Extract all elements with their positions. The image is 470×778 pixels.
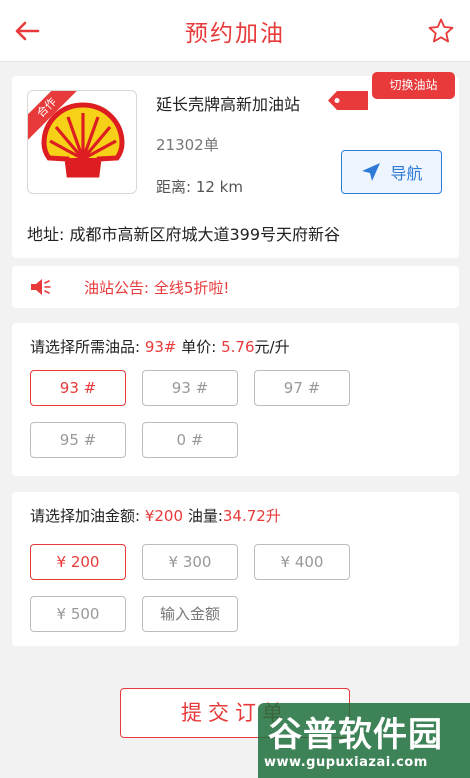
- fuel-option[interactable]: 93 #: [30, 370, 126, 406]
- price-label: 单价:: [181, 338, 217, 356]
- selected-fuel: 93#: [144, 338, 177, 356]
- amount-option[interactable]: ¥ 300: [142, 544, 238, 580]
- station-name: 延长壳牌高新加油站: [156, 95, 301, 114]
- star-icon: [428, 18, 454, 43]
- navigate-label: 导航: [390, 164, 423, 183]
- fuel-volume: 34.72升: [222, 507, 281, 525]
- navigation-arrow-icon: [362, 163, 381, 181]
- notice-bar: 油站公告: 全线5折啦!: [12, 266, 459, 308]
- amount-option[interactable]: ¥ 400: [254, 544, 350, 580]
- fuel-type-card: 请选择所需油品: 93# 单价: 5.76元/升 93 # 93 # 97 # …: [12, 323, 459, 476]
- fuel-option[interactable]: 97 #: [254, 370, 350, 406]
- site-watermark: 谷普软件园 www.gupuxiazai.com: [258, 703, 470, 778]
- amount-prompt: 请选择加油金额:: [30, 507, 141, 525]
- selected-amount: ¥200: [144, 507, 184, 525]
- station-card: 合作 延长壳牌高新加油站 切换油站 21302单 距离: 12 km 导航 地址…: [12, 72, 459, 258]
- amount-option[interactable]: ¥ 200: [30, 544, 126, 580]
- station-logo: 合作: [27, 90, 137, 194]
- fuel-option[interactable]: 93 #: [142, 370, 238, 406]
- unit-price: 5.76: [221, 338, 255, 356]
- amount-summary: 请选择加油金额: ¥200 油量:34.72升: [30, 505, 281, 526]
- amount-card: 请选择加油金额: ¥200 油量:34.72升 ¥ 200 ¥ 300 ¥ 40…: [12, 492, 459, 646]
- fuel-type-summary: 请选择所需油品: 93# 单价: 5.76元/升: [30, 336, 290, 357]
- favorite-button[interactable]: [426, 16, 456, 46]
- fuel-type-prompt: 请选择所需油品:: [30, 338, 141, 356]
- fuel-option[interactable]: 0 #: [142, 422, 238, 458]
- station-address: 地址: 成都市高新区府城大道399号天府新谷: [27, 225, 341, 244]
- custom-amount-input[interactable]: 输入金额: [142, 596, 238, 632]
- fuel-option[interactable]: 95 #: [30, 422, 126, 458]
- distance: 距离: 12 km: [156, 178, 243, 196]
- speaker-icon: [31, 279, 51, 295]
- switch-station-button[interactable]: 切换油站: [372, 72, 455, 99]
- order-count: 21302单: [156, 136, 219, 154]
- notice-text: 油站公告: 全线5折啦!: [84, 279, 230, 297]
- volume-label: 油量:: [187, 507, 223, 525]
- app-header: 预约加油: [0, 0, 470, 62]
- navigate-button[interactable]: 导航: [341, 150, 442, 194]
- watermark-url: www.gupuxiazai.com: [264, 755, 428, 770]
- amount-option[interactable]: ¥ 500: [30, 596, 126, 632]
- price-unit: 元/升: [254, 338, 290, 356]
- tag-icon: [328, 91, 368, 110]
- page-title: 预约加油: [185, 21, 285, 47]
- watermark-text: 谷普软件园: [268, 715, 443, 755]
